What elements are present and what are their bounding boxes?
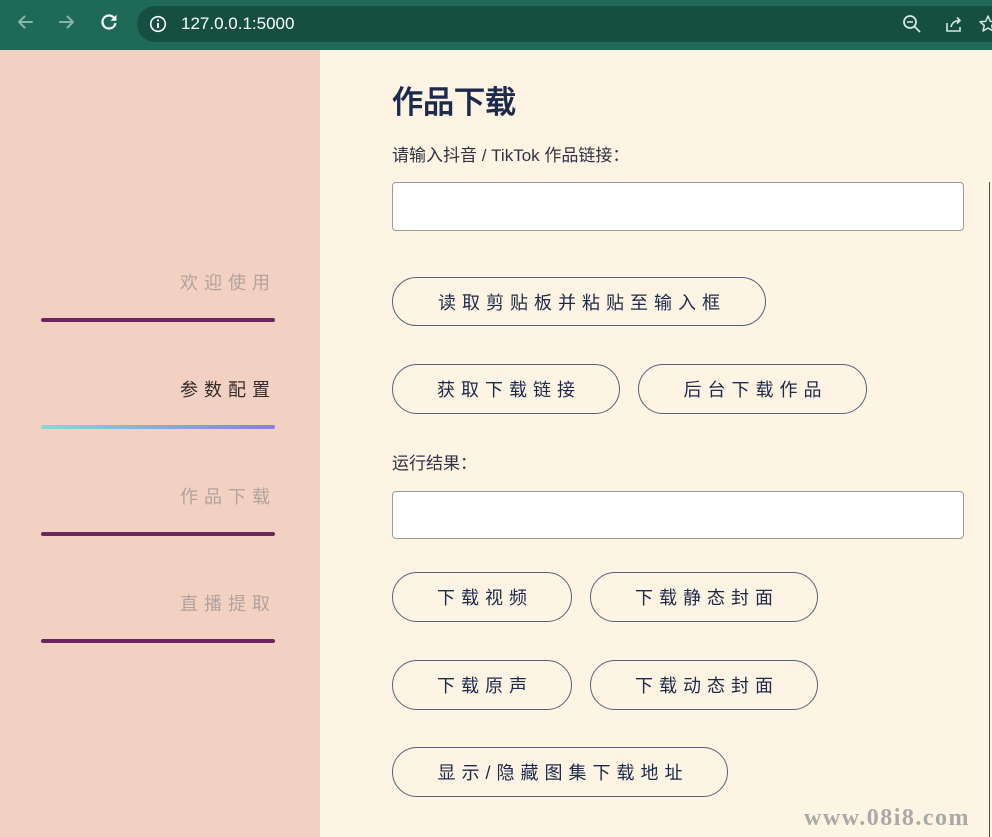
sidebar-item-underline (41, 425, 275, 429)
sidebar: 欢迎使用 参数配置 作品下载 直播提取 (0, 50, 320, 837)
address-bar[interactable]: 127.0.0.1:5000 (137, 6, 992, 42)
download-video-button[interactable]: 下载视频 (392, 572, 572, 622)
url-text[interactable]: 127.0.0.1:5000 (181, 6, 294, 42)
sidebar-item-underline (41, 532, 275, 536)
sidebar-item-underline (41, 639, 275, 643)
link-input[interactable] (392, 182, 964, 231)
arrow-left-icon (15, 12, 35, 37)
get-download-link-button[interactable]: 获取下载链接 (392, 364, 620, 414)
result-label: 运行结果： (392, 454, 477, 473)
reload-button[interactable] (98, 13, 120, 35)
page-title: 作品下载 (392, 85, 516, 120)
sidebar-item-underline (41, 318, 275, 322)
scrollbar-track[interactable] (989, 182, 990, 837)
sidebar-item-label: 作品下载 (180, 487, 276, 507)
download-audio-button[interactable]: 下载原声 (392, 660, 572, 710)
info-icon[interactable] (148, 14, 168, 34)
link-input-label: 请输入抖音 / TikTok 作品链接： (392, 146, 630, 165)
watermark: www.08i8.com (804, 805, 970, 831)
back-button[interactable] (14, 13, 36, 35)
background-download-button[interactable]: 后台下载作品 (638, 364, 867, 414)
zoom-out-icon[interactable] (902, 14, 922, 34)
sidebar-item-welcome[interactable]: 欢迎使用 (41, 271, 276, 323)
star-icon[interactable] (978, 14, 992, 34)
sidebar-item-label: 直播提取 (180, 594, 276, 614)
main-panel: 作品下载 请输入抖音 / TikTok 作品链接： 读取剪贴板并粘贴至输入框 获… (320, 50, 992, 837)
arrow-right-icon (57, 12, 77, 37)
download-static-cover-button[interactable]: 下载静态封面 (590, 572, 818, 622)
sidebar-item-download[interactable]: 作品下载 (41, 485, 276, 537)
sidebar-item-label: 参数配置 (180, 380, 276, 400)
sidebar-item-settings[interactable]: 参数配置 (41, 378, 276, 430)
forward-button[interactable] (56, 13, 78, 35)
paste-clipboard-button[interactable]: 读取剪贴板并粘贴至输入框 (392, 277, 766, 326)
reload-icon (99, 12, 119, 37)
sidebar-item-label: 欢迎使用 (180, 273, 276, 293)
download-dynamic-cover-button[interactable]: 下载动态封面 (590, 660, 818, 710)
result-field[interactable] (392, 491, 964, 539)
sidebar-item-live[interactable]: 直播提取 (41, 592, 276, 644)
toggle-gallery-links-button[interactable]: 显示/隐藏图集下载地址 (392, 747, 728, 797)
share-icon[interactable] (944, 14, 964, 34)
browser-toolbar: 127.0.0.1:5000 (0, 0, 992, 50)
